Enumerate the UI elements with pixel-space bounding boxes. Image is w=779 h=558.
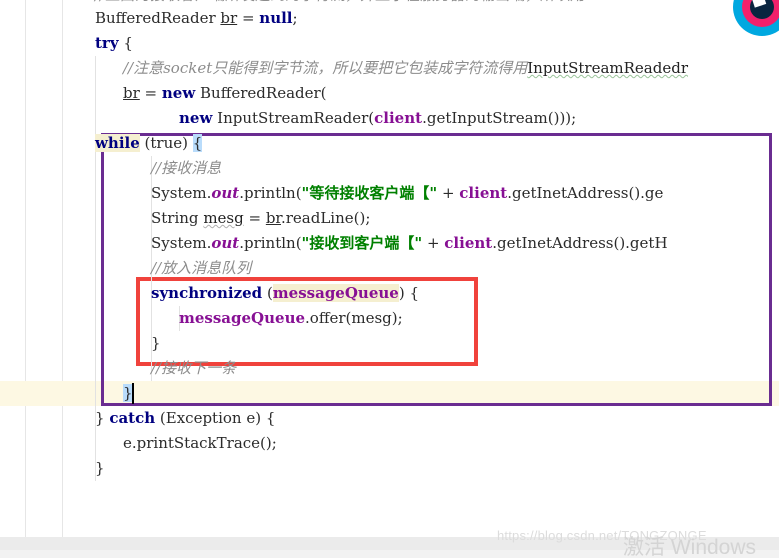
line-while-true-token-2: { xyxy=(192,134,203,152)
line-synchronized-token-3: ) { xyxy=(398,284,419,302)
line-println-received-token-1: out xyxy=(211,234,240,252)
line-println-received-token-0: System. xyxy=(151,234,212,252)
line-println-waiting-token-2: .println( xyxy=(239,184,302,202)
line-comment-socket[interactable]: //注意socket只能得到字节流，所以要把它包装成字符流得用InputStre… xyxy=(0,56,779,81)
line-println-waiting[interactable]: System.out.println("等待接收客户端【" + client.g… xyxy=(0,181,779,206)
line-printstacktrace[interactable]: e.printStackTrace(); xyxy=(0,431,779,456)
line-comment-socket-token-0: //注意socket只能得到字节流，所以要把它包装成字符流得用 xyxy=(123,59,528,77)
line-buffered-reader-decl-text: BufferedReader br = null; xyxy=(95,6,298,31)
line-catch-token-2: (Exception e) { xyxy=(155,409,276,427)
line-comment-enqueue-text: //放入消息队列 xyxy=(151,256,251,281)
line-comment-socket-token-1: InputStreamReadedr xyxy=(527,59,688,77)
line-while-true-text: while (true) { xyxy=(95,131,203,156)
line-catch[interactable]: } catch (Exception e) { xyxy=(0,406,779,431)
line-println-received-token-3: "接收到客户端【" xyxy=(301,234,423,252)
line-close-while[interactable]: } xyxy=(0,381,779,406)
line-comment-enqueue-token-0: //放入消息队列 xyxy=(151,259,252,277)
line-println-waiting-token-6: .getInetAddress().ge xyxy=(507,184,664,202)
line-new-inputstreamreader-token-3: .getInputStream())); xyxy=(422,109,577,127)
line-buffered-reader-decl-token-4: ; xyxy=(292,9,298,27)
line-while-true-token-0: while xyxy=(95,134,140,152)
line-close-sync-token-0: } xyxy=(151,334,161,352)
line-new-inputstreamreader-token-1: InputStreamReader( xyxy=(212,109,375,127)
line-new-inputstreamreader-token-2: client xyxy=(374,109,423,127)
line-string-mesg-token-2: = xyxy=(243,209,266,227)
line-println-waiting-token-0: System. xyxy=(151,184,212,202)
line-comment-next-token-0: //接收下一条 xyxy=(151,359,237,377)
line-try-token-0: try xyxy=(95,34,119,52)
line-offer-token-0: messageQueue xyxy=(179,309,306,327)
line-close-sync[interactable]: } xyxy=(0,331,779,356)
line-printstacktrace-token-0: e.printStackTrace(); xyxy=(123,434,277,452)
line-offer-token-1: .offer(mesg); xyxy=(305,309,403,327)
line-buffered-reader-decl[interactable]: BufferedReader br = null; xyxy=(0,6,779,31)
line-buffered-reader-decl-token-0: BufferedReader xyxy=(95,9,221,27)
line-catch-token-1: catch xyxy=(109,409,156,427)
line-try[interactable]: try { xyxy=(0,31,779,56)
line-comment-next-text: //接收下一条 xyxy=(151,356,236,381)
line-println-received-token-6: .getInetAddress().getH xyxy=(492,234,668,252)
line-println-received-token-5: client xyxy=(444,234,493,252)
line-println-waiting-token-4: + xyxy=(437,184,460,202)
line-br-new-token-2: new xyxy=(161,84,196,102)
line-string-mesg-text: String mesg = br.readLine(); xyxy=(151,206,370,231)
text-caret xyxy=(132,383,134,404)
line-printstacktrace-text: e.printStackTrace(); xyxy=(123,431,277,456)
line-println-received-token-4: + xyxy=(422,234,445,252)
line-synchronized-token-2: messageQueue xyxy=(272,284,399,302)
line-comment-socket-text: //注意socket只能得到字节流，所以要把它包装成字符流得用InputStre… xyxy=(123,56,688,81)
line-synchronized-token-1: ( xyxy=(262,284,273,302)
windows-activation-watermark: 激活 Windows xyxy=(623,536,757,558)
code-content[interactable]: BufferedReader br = null; try {//注意socket… xyxy=(0,0,779,537)
line-br-new[interactable]: br = new BufferedReader( xyxy=(0,81,779,106)
line-try-text: try { xyxy=(95,31,133,56)
line-string-mesg[interactable]: String mesg = br.readLine(); xyxy=(0,206,779,231)
line-buffered-reader-decl-token-1: br xyxy=(220,9,238,27)
line-println-waiting-text: System.out.println("等待接收客户端【" + client.g… xyxy=(151,181,663,206)
line-string-mesg-token-1: mesg xyxy=(203,209,244,227)
line-close-try-text: } xyxy=(95,456,105,481)
line-offer[interactable]: messageQueue.offer(mesg); xyxy=(0,306,779,331)
line-buffered-reader-decl-token-2: = xyxy=(237,9,260,27)
line-string-mesg-token-3: br xyxy=(265,209,281,227)
line-string-mesg-token-0: String xyxy=(151,209,204,227)
line-comment-receive-token-0: //接收消息 xyxy=(151,159,222,177)
line-br-new-token-1: = xyxy=(139,84,162,102)
line-while-true[interactable]: while (true) { xyxy=(0,131,779,156)
line-comment-next[interactable]: //接收下一条 xyxy=(0,356,779,381)
line-synchronized-text: synchronized (messageQueue) { xyxy=(151,281,419,306)
line-println-received[interactable]: System.out.println("接收到客户端【" + client.ge… xyxy=(0,231,779,256)
line-close-try[interactable]: } xyxy=(0,456,779,481)
line-while-true-token-1: (true) xyxy=(139,134,193,152)
line-comment-receive[interactable]: //接收消息 xyxy=(0,156,779,181)
line-close-try-token-0: } xyxy=(95,459,105,477)
line-println-waiting-token-1: out xyxy=(211,184,240,202)
line-string-mesg-token-4: .readLine(); xyxy=(280,209,371,227)
line-catch-token-0: } xyxy=(95,409,110,427)
line-comment-receive-text: //接收消息 xyxy=(151,156,221,181)
line-synchronized-token-0: synchronized xyxy=(151,284,263,302)
line-println-waiting-token-5: client xyxy=(459,184,508,202)
line-println-received-token-2: .println( xyxy=(239,234,302,252)
line-new-inputstreamreader[interactable]: new InputStreamReader(client.getInputStr… xyxy=(0,106,779,131)
line-synchronized[interactable]: synchronized (messageQueue) { xyxy=(0,281,779,306)
line-new-inputstreamreader-text: new InputStreamReader(client.getInputStr… xyxy=(179,106,576,131)
line-offer-text: messageQueue.offer(mesg); xyxy=(179,306,403,331)
line-br-new-text: br = new BufferedReader( xyxy=(123,81,327,106)
line-buffered-reader-decl-token-3: null xyxy=(259,9,293,27)
line-println-received-text: System.out.println("接收到客户端【" + client.ge… xyxy=(151,231,668,256)
line-catch-text: } catch (Exception e) { xyxy=(95,406,275,431)
line-try-token-1: { xyxy=(118,34,133,52)
line-new-inputstreamreader-token-0: new xyxy=(179,109,213,127)
line-comment-enqueue[interactable]: //放入消息队列 xyxy=(0,256,779,281)
line-close-sync-text: } xyxy=(151,331,161,356)
line-br-new-token-3: BufferedReader( xyxy=(195,84,327,102)
line-println-waiting-token-3: "等待接收客户端【" xyxy=(301,184,438,202)
line-br-new-token-0: br xyxy=(123,84,140,102)
code-editor-window: //上面为接收客户端所发送到的字符流，并显示在服务器的输出端，所以用 Buffe… xyxy=(0,0,779,558)
